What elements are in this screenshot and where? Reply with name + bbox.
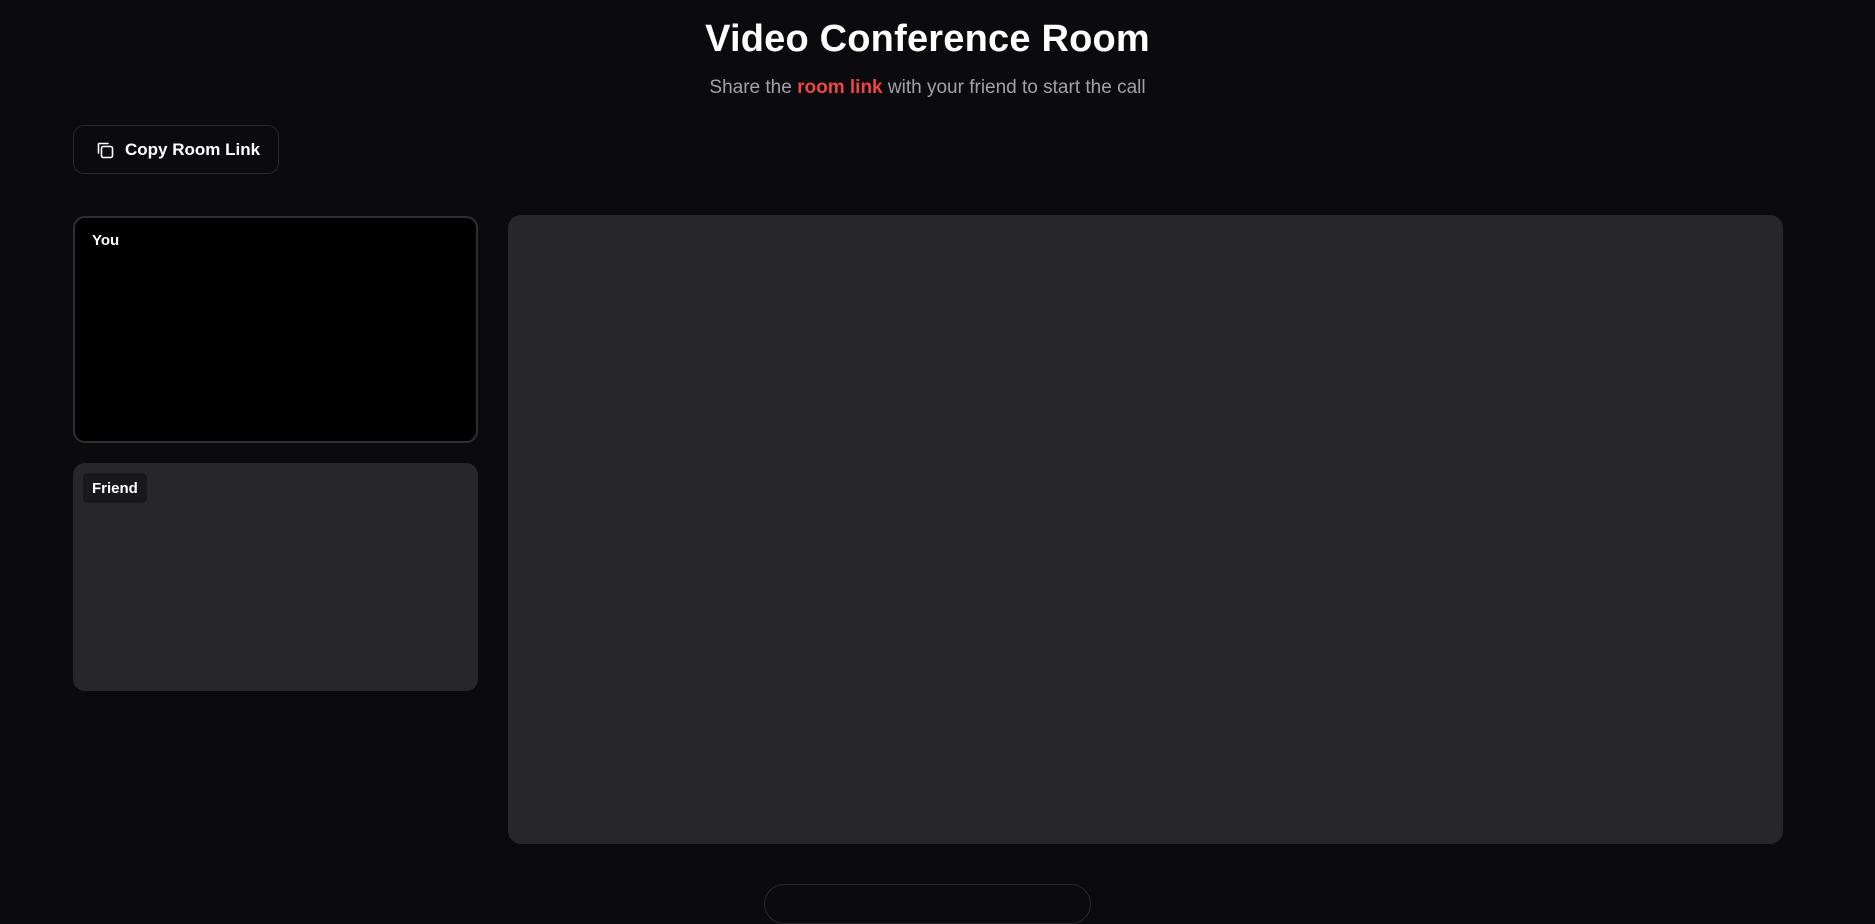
main-video-stage xyxy=(508,215,1783,844)
subtitle-suffix: with your friend to start the call xyxy=(887,77,1146,98)
copy-room-link-label: Copy Room Link xyxy=(125,139,261,159)
local-video-tile: You xyxy=(73,216,478,443)
copy-room-link-button[interactable]: Copy Room Link xyxy=(73,125,279,174)
page-title: Video Conference Room xyxy=(705,18,1150,60)
copy-icon xyxy=(95,140,115,160)
remote-video-tile: Friend xyxy=(73,463,478,691)
call-controls-bar[interactable] xyxy=(764,884,1091,924)
remote-video-label: Friend xyxy=(83,473,147,503)
room-link-highlight: room link xyxy=(797,77,883,98)
page-subtitle: Share the room link with your friend to … xyxy=(0,77,1855,99)
local-video-label: You xyxy=(92,232,120,249)
subtitle-prefix: Share the xyxy=(709,77,792,98)
